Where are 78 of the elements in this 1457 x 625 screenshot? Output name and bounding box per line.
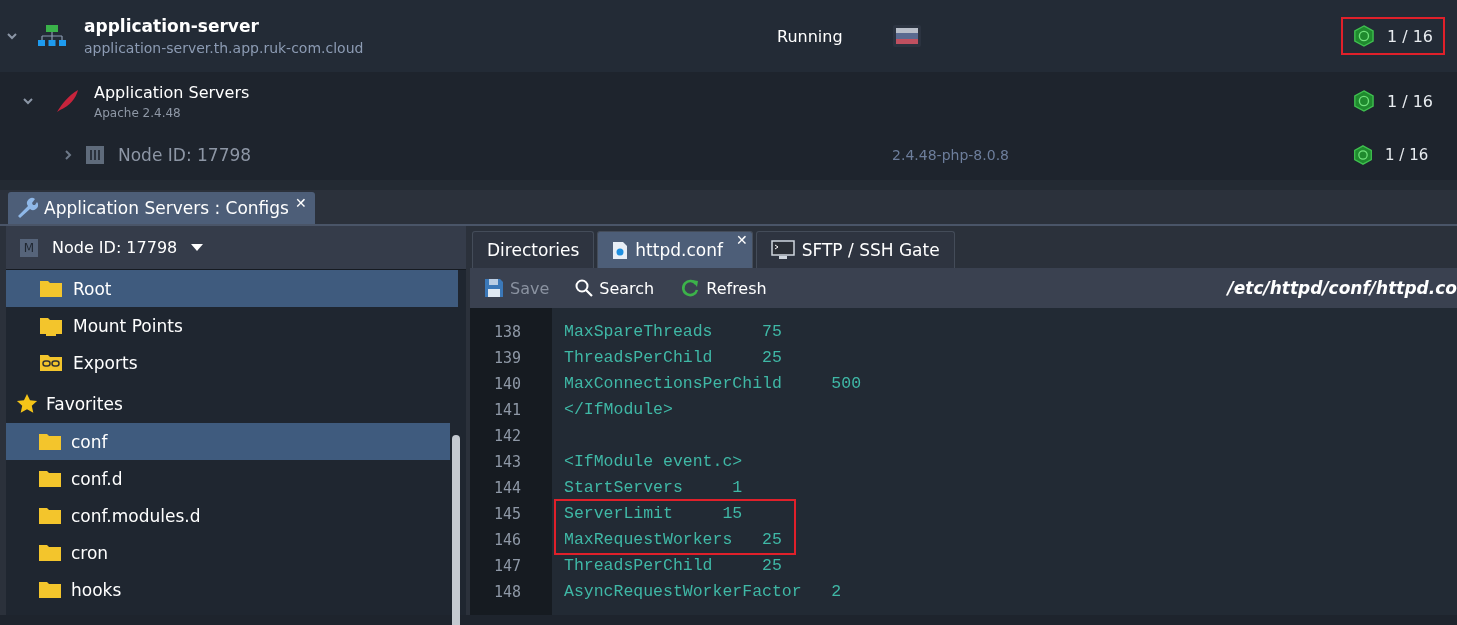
code-line: ThreadsPerChild 25 <box>563 347 783 369</box>
folder-icon <box>38 468 62 489</box>
star-icon <box>16 393 38 415</box>
folder-icon <box>38 431 62 452</box>
favorite-folder-item[interactable]: cron <box>6 534 450 571</box>
line-number: 139 <box>493 348 523 369</box>
folder-icon <box>38 542 62 563</box>
code-line: <IfModule event.c> <box>563 451 744 473</box>
status-label: Running <box>777 26 844 46</box>
favorite-folder-item[interactable]: conf <box>6 423 450 460</box>
line-number: 144 <box>493 478 523 499</box>
scrollbar[interactable] <box>452 435 460 625</box>
environment-name[interactable]: application-server <box>84 16 364 36</box>
code-line: MaxSpareThreads 75 <box>563 321 783 343</box>
terminal-icon <box>770 240 795 260</box>
close-button[interactable]: ✕ <box>735 232 748 248</box>
line-number: 146 <box>493 530 523 551</box>
line-number: 145 <box>493 504 523 525</box>
folder-icon <box>38 505 62 526</box>
file-path: /etc/httpd/conf/httpd.co <box>1227 278 1457 298</box>
layer-name[interactable]: Application Servers <box>94 82 250 102</box>
layer-version: Apache 2.4.48 <box>94 105 182 120</box>
line-number: 143 <box>493 452 523 473</box>
favorite-folder-item[interactable]: conf.modules.d <box>6 497 450 534</box>
close-button[interactable]: ✕ <box>294 195 307 211</box>
folder-icon <box>38 579 62 600</box>
node-version-tag: 2.4.48-php-8.0.8 <box>892 147 1009 163</box>
line-number: 141 <box>493 400 523 421</box>
code-line: AsyncRequestWorkerFactor 2 <box>563 581 843 603</box>
line-number: 147 <box>493 556 523 577</box>
code-line: </IfModule> <box>563 399 674 421</box>
code-line: StartServers 1 <box>563 477 744 499</box>
code-line: ThreadsPerChild 25 <box>563 555 783 577</box>
line-number: 138 <box>493 322 523 343</box>
node-badge: M <box>20 238 38 257</box>
directory-item[interactable]: Root <box>6 270 458 307</box>
panel-tab-label: Application Servers : Configs <box>44 198 289 218</box>
line-number: 140 <box>493 374 523 395</box>
editor-tab[interactable]: Directories <box>472 231 595 268</box>
expand-chevron[interactable] <box>62 149 74 161</box>
favorite-folder-item[interactable]: hooks <box>6 571 450 608</box>
link-folder-icon <box>39 352 63 373</box>
code-line: MaxConnectionsPerChild 500 <box>563 373 863 395</box>
network-topology-icon <box>38 24 66 48</box>
code-line: MaxRequestWorkers 25 <box>563 529 783 551</box>
node-name[interactable]: Node ID: 17798 <box>118 145 252 165</box>
directory-item[interactable]: Mount Points <box>6 307 458 344</box>
search-button[interactable]: Search <box>575 278 655 298</box>
refresh-button[interactable]: Refresh <box>680 278 767 298</box>
cloudlet-count: 1 / 16 <box>1385 146 1429 164</box>
cloudlet-count: 1 / 16 <box>1386 26 1433 46</box>
collapse-chevron[interactable] <box>22 95 34 107</box>
panel-tab[interactable]: Application Servers : Configs ✕ <box>8 192 315 224</box>
refresh-icon <box>680 278 701 298</box>
feather-icon <box>54 88 80 114</box>
editor-tab[interactable]: httpd.conf ✕ <box>597 231 753 268</box>
search-icon <box>575 279 594 297</box>
editor-tab[interactable]: SFTP / SSH Gate <box>755 231 955 268</box>
environment-domain-link[interactable]: application-server.th.app.ruk-com.cloud <box>84 40 364 56</box>
favorites-heading: Favorites <box>46 394 123 414</box>
caret-icon <box>191 243 204 252</box>
server-node-icon <box>86 146 104 164</box>
cloudlet-count: 1 / 16 <box>1386 91 1433 111</box>
collapse-chevron[interactable] <box>6 30 18 42</box>
hexagon-icon <box>1353 23 1375 49</box>
hexagon-icon <box>1353 145 1373 165</box>
line-number: 142 <box>493 426 523 447</box>
wrench-icon <box>16 197 38 219</box>
config-file-icon <box>612 240 629 260</box>
node-selector-dropdown[interactable]: M Node ID: 17798 <box>6 226 466 270</box>
network-folder-icon <box>39 315 63 336</box>
favorite-folder-item[interactable]: conf.d <box>6 460 450 497</box>
hexagon-icon <box>1353 89 1375 113</box>
code-line: ServerLimit 15 <box>563 503 744 525</box>
folder-icon <box>39 278 63 299</box>
line-number: 148 <box>493 582 523 603</box>
region-flag-icon <box>893 25 921 47</box>
directory-item[interactable]: Exports <box>6 344 458 381</box>
